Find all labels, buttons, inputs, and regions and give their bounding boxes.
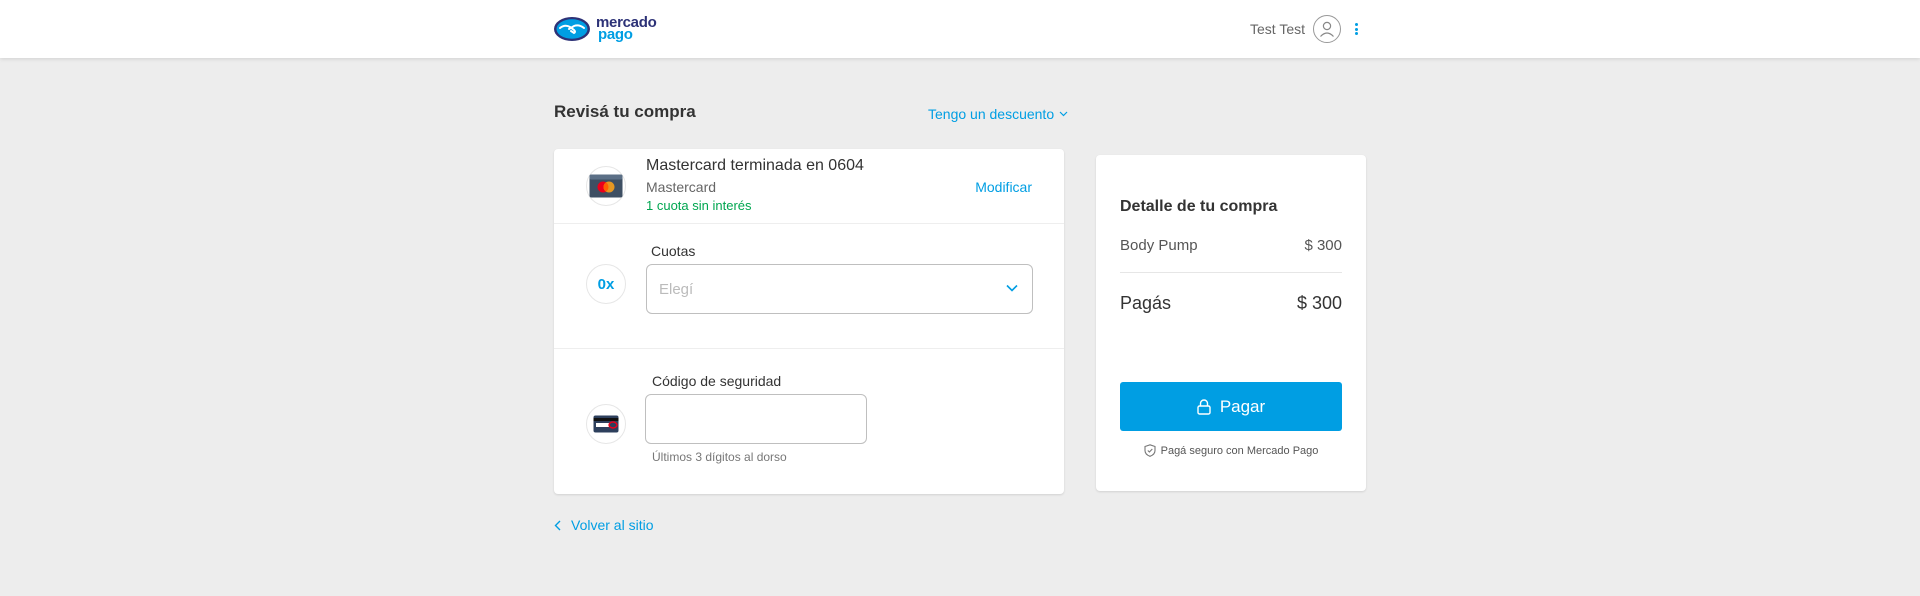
security-code-input[interactable] — [645, 394, 867, 444]
back-link[interactable]: Volver al sitio — [554, 517, 653, 533]
back-link-label: Volver al sitio — [571, 517, 654, 533]
order-summary: Detalle de tu compra Body Pump $ 300 Pag… — [1096, 155, 1366, 491]
installments-note: 1 cuota sin interés — [646, 198, 752, 213]
installments-badge: 0x — [586, 264, 626, 304]
installments-label: Cuotas — [651, 243, 696, 259]
card-brand-badge — [586, 166, 626, 206]
summary-total-price: $ 300 — [1296, 293, 1342, 313]
secure-note-text: Pagá seguro con Mercado Pago — [1160, 444, 1319, 457]
payment-card: Mastercard terminada en 0604 Mastercard … — [554, 149, 1064, 494]
handshake-icon — [554, 17, 590, 41]
summary-item-price: $ 300 — [1304, 237, 1342, 254]
top-bar: mercado pago Test Test — [0, 0, 1920, 58]
mastercard-icon — [589, 174, 623, 198]
security-code-label: Código de seguridad — [652, 373, 782, 389]
logo-wordmark: mercado pago — [596, 15, 657, 42]
security-code-row: Código de seguridad Últimos 3 dígitos al… — [554, 349, 1064, 494]
card-title: Mastercard terminada en 0604 — [646, 157, 864, 174]
card-back-icon — [593, 415, 619, 433]
summary-item-name: Body Pump — [1120, 237, 1198, 254]
installments-select[interactable]: Elegí — [646, 264, 1033, 314]
summary-title: Detalle de tu compra — [1120, 198, 1278, 215]
mercado-pago-logo[interactable]: mercado pago — [553, 14, 657, 44]
avatar[interactable] — [1313, 15, 1341, 43]
security-code-badge — [586, 404, 626, 444]
page-title: Revisá tu compra — [554, 102, 696, 121]
payment-method-row: Mastercard terminada en 0604 Mastercard … — [554, 149, 1064, 224]
pay-button-label: Pagar — [1219, 396, 1266, 416]
summary-total-label: Pagás — [1120, 293, 1172, 313]
secure-note: Pagá seguro con Mercado Pago — [1096, 444, 1366, 457]
discount-link[interactable]: Tengo un descuento — [928, 106, 1068, 122]
installments-placeholder: Elegí — [659, 280, 694, 298]
installments-badge-text: 0x — [597, 275, 615, 293]
installments-row: 0x Cuotas Elegí — [554, 224, 1064, 349]
summary-divider — [1120, 272, 1342, 273]
chevron-down-icon — [1059, 111, 1068, 117]
user-name: Test Test — [1250, 21, 1305, 37]
user-menu[interactable]: Test Test — [1250, 15, 1361, 43]
user-icon — [1320, 21, 1334, 37]
discount-link-label: Tengo un descuento — [928, 106, 1055, 122]
chevron-down-icon — [1006, 284, 1018, 292]
security-code-hint: Últimos 3 dígitos al dorso — [652, 450, 787, 464]
pay-button[interactable]: Pagar — [1120, 382, 1342, 431]
kebab-menu-icon[interactable] — [1351, 19, 1361, 39]
chevron-left-icon — [554, 520, 561, 530]
shield-check-icon — [1144, 444, 1156, 457]
modify-button[interactable]: Modificar — [975, 179, 1032, 195]
card-brand: Mastercard — [646, 179, 717, 195]
lock-icon — [1197, 398, 1211, 415]
